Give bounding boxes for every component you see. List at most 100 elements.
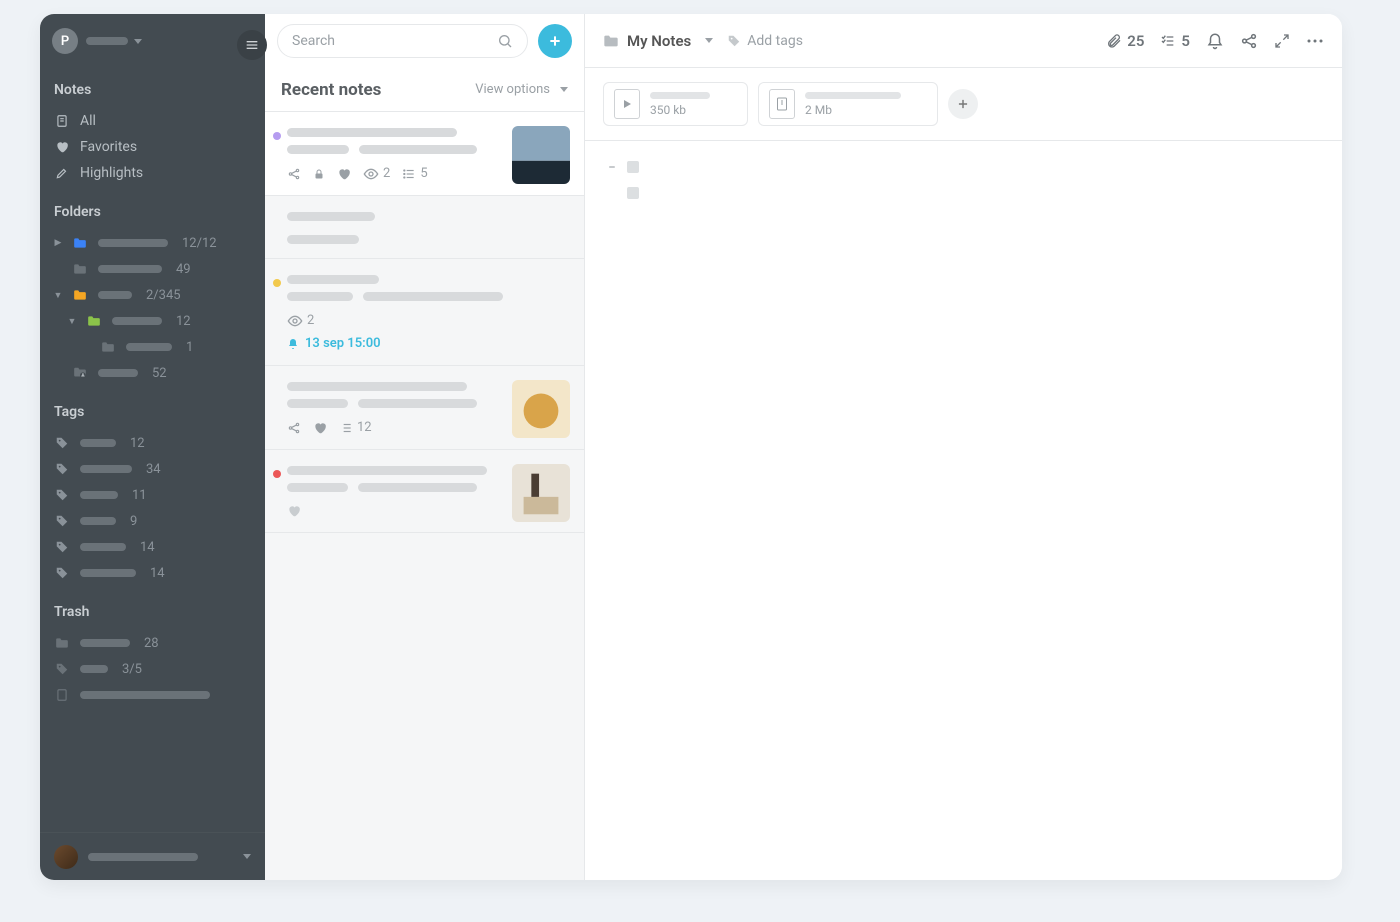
notes-panel-header: Recent notes View options <box>265 68 584 112</box>
tag-name-placeholder <box>80 491 118 499</box>
bell-icon <box>1206 32 1224 50</box>
user-account-switcher[interactable] <box>40 832 265 880</box>
video-file-icon <box>614 89 640 119</box>
note-card[interactable]: 2 5 <box>265 112 584 196</box>
note-list[interactable]: 2 5 <box>265 112 584 880</box>
folder-icon <box>72 235 88 251</box>
share-button[interactable] <box>1240 32 1258 50</box>
list-count: 12 <box>339 420 372 435</box>
workspace-switcher[interactable]: P <box>40 14 265 68</box>
sidebar-toggle-button[interactable] <box>237 30 267 60</box>
folder-name-placeholder <box>98 369 138 377</box>
new-note-button[interactable] <box>538 24 572 58</box>
folder-name-placeholder <box>98 265 162 273</box>
tag-name-placeholder <box>80 465 132 473</box>
note-card[interactable]: 2 13 sep 15:00 <box>265 259 584 366</box>
breadcrumb-label: My Notes <box>627 32 691 50</box>
tag-count: 11 <box>132 488 147 503</box>
note-breadcrumb[interactable]: My Notes <box>603 32 713 50</box>
trash-tags[interactable]: 3/5 <box>54 656 251 682</box>
chevron-down-icon <box>243 854 251 859</box>
tag-item[interactable]: 12 <box>54 430 251 456</box>
search-field[interactable] <box>277 24 528 58</box>
add-attachment-button[interactable] <box>948 89 978 119</box>
plus-icon <box>956 97 970 111</box>
notifications-button[interactable] <box>1206 32 1224 50</box>
list-count: 5 <box>402 166 427 181</box>
folder-item-shared[interactable]: 52 <box>54 360 251 386</box>
tag-item[interactable]: 14 <box>54 534 251 560</box>
folder-item[interactable]: ▼ 12 <box>54 308 251 334</box>
attachment-card[interactable]: 2 Mb <box>758 82 938 126</box>
folder-icon <box>100 339 116 355</box>
tag-item[interactable]: 9 <box>54 508 251 534</box>
attachment-name-placeholder <box>650 92 710 99</box>
search-input[interactable] <box>292 33 497 49</box>
expand-button[interactable] <box>1274 33 1290 49</box>
tag-name-placeholder <box>80 543 126 551</box>
caret-down-icon: ▼ <box>68 316 76 327</box>
lock-icon <box>313 167 325 181</box>
folder-icon <box>603 34 619 48</box>
note-body[interactable] <box>585 141 1342 880</box>
user-avatar <box>54 845 78 869</box>
note-editor-toolbar: My Notes Add tags 25 5 <box>585 14 1342 68</box>
sidebar-item-label: Favorites <box>80 139 137 155</box>
highlight-icon <box>54 165 70 181</box>
trash-name-placeholder <box>80 665 108 673</box>
tag-count: 9 <box>130 514 137 529</box>
views-count: 2 <box>363 166 390 181</box>
trash-notes[interactable] <box>54 682 251 708</box>
folder-name-placeholder <box>112 317 162 325</box>
folder-item[interactable]: ▼ 2/345 <box>54 282 251 308</box>
folder-item[interactable]: 49 <box>54 256 251 282</box>
notes-panel-title: Recent notes <box>281 80 381 100</box>
tag-item[interactable]: 14 <box>54 560 251 586</box>
workspace-avatar: P <box>52 28 78 54</box>
tag-item[interactable]: 11 <box>54 482 251 508</box>
note-thumbnail <box>512 380 570 438</box>
sidebar-item-favorites[interactable]: Favorites <box>54 134 251 160</box>
folder-count: 2/345 <box>146 288 181 303</box>
trash-folders[interactable]: 28 <box>54 630 251 656</box>
tag-count: 12 <box>130 436 145 451</box>
heart-icon <box>313 421 327 435</box>
tag-icon <box>54 461 70 477</box>
note-color-dot <box>273 132 281 140</box>
folder-name-placeholder <box>98 239 168 247</box>
search-icon <box>497 33 513 49</box>
tag-name-placeholder <box>80 517 116 525</box>
tag-icon <box>54 539 70 555</box>
editor-bullet-row <box>627 187 1318 199</box>
note-icon <box>54 113 70 129</box>
sidebar-heading-tags: Tags <box>54 404 251 420</box>
folder-icon <box>72 287 88 303</box>
heart-icon <box>287 504 301 518</box>
share-icon <box>287 421 301 435</box>
sidebar-item-highlights[interactable]: Highlights <box>54 160 251 186</box>
add-tags-button[interactable]: Add tags <box>727 33 803 49</box>
more-button[interactable] <box>1306 38 1324 44</box>
folder-icon <box>86 313 102 329</box>
tag-icon <box>54 487 70 503</box>
attachments-count[interactable]: 25 <box>1106 32 1144 50</box>
trash-count: 3/5 <box>122 662 142 677</box>
folder-item[interactable]: 1 <box>54 334 251 360</box>
attachment-card[interactable]: 350 kb <box>603 82 748 126</box>
folder-item[interactable]: ▶ 12/12 <box>54 230 251 256</box>
folder-icon <box>72 261 88 277</box>
note-color-dot <box>273 279 281 287</box>
sidebar-item-all[interactable]: All <box>54 108 251 134</box>
note-card[interactable] <box>265 196 584 259</box>
trash-count: 28 <box>144 636 159 651</box>
sidebar: P Notes All Favorites Highlights <box>40 14 265 880</box>
folder-name-placeholder <box>98 291 132 299</box>
shared-folder-icon <box>72 365 88 381</box>
tasks-count[interactable]: 5 <box>1160 32 1190 50</box>
folder-icon <box>54 635 70 651</box>
view-options-button[interactable]: View options <box>475 82 568 97</box>
note-card[interactable] <box>265 450 584 533</box>
bell-icon <box>287 337 299 351</box>
tag-item[interactable]: 34 <box>54 456 251 482</box>
note-card[interactable]: 12 <box>265 366 584 450</box>
